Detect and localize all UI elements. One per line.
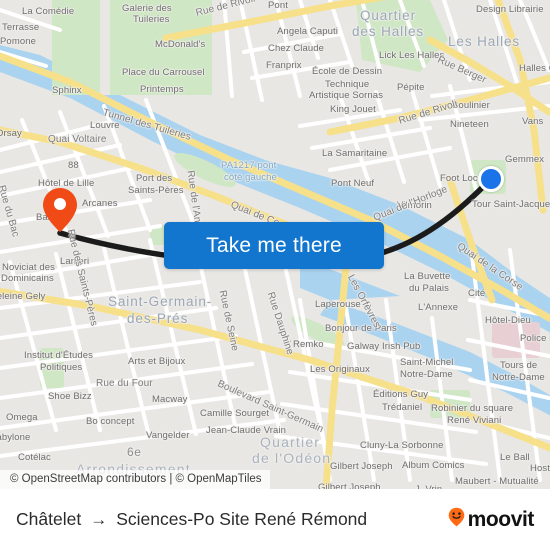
moovit-wordmark: moovit — [467, 507, 535, 531]
trip-origin-label: Châtelet — [16, 509, 82, 529]
destination-dot-marker[interactable] — [478, 166, 504, 192]
arrow-right-icon: → — [90, 509, 108, 529]
trip-footer-bar: Châtelet → Sciences-Po Site René Rémond … — [0, 489, 550, 550]
trip-summary: Châtelet → Sciences-Po Site René Rémond — [16, 509, 367, 530]
moovit-logo[interactable]: moovit — [448, 507, 534, 532]
take-me-there-label: Take me there — [206, 233, 342, 257]
moovit-pin-icon — [448, 507, 465, 532]
moovit-trip-map-screen: La Comédie Galerie des Tuileries Terrasse Po… — [0, 0, 550, 550]
map-canvas[interactable]: La Comédie Galerie des Tuileries Terrasse Po… — [0, 0, 550, 489]
trip-destination-label: Sciences-Po Site René Rémond — [116, 509, 368, 529]
take-me-there-button[interactable]: Take me there — [164, 222, 384, 269]
map-attribution[interactable]: © OpenStreetMap contributors | © OpenMap… — [0, 470, 270, 489]
